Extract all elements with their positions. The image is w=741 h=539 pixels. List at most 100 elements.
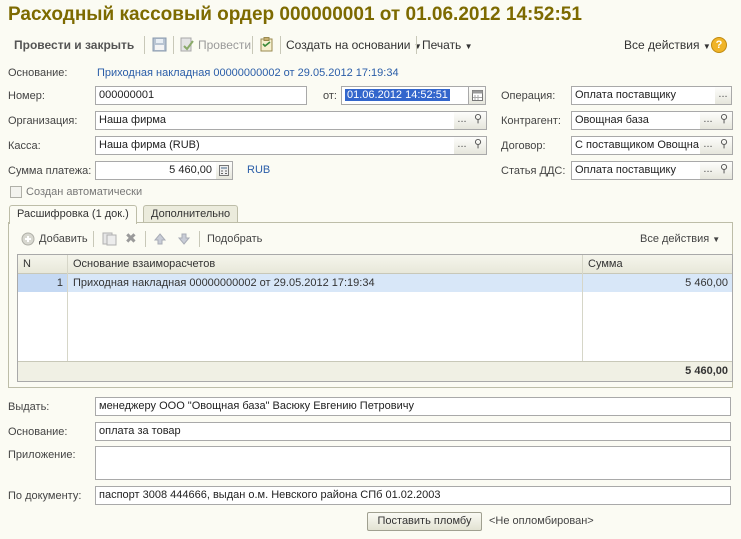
search-icon: ⚲ <box>719 138 729 150</box>
counterparty-label: Контрагент: <box>501 115 561 127</box>
table-header: N Основание взаиморасчетов Сумма <box>18 255 732 274</box>
create-based-on-label: Создать на основании <box>286 38 411 52</box>
seal-status: <Не опломбирован> <box>489 515 594 527</box>
delete-icon[interactable]: ✖ <box>125 230 137 247</box>
table-all-actions-label: Все действия <box>640 233 710 245</box>
operation-select-button[interactable]: ... <box>715 86 732 105</box>
ellipsis-icon: ... <box>703 113 713 125</box>
copy-icon[interactable] <box>102 232 117 246</box>
tab-breakdown[interactable]: Расшифровка (1 док.) <box>9 205 137 224</box>
toolbar-separator <box>173 36 174 54</box>
page-title: Расходный кассовый ордер 000000001 от 01… <box>8 4 582 25</box>
calendar-button[interactable] <box>469 86 486 105</box>
currency-link[interactable]: RUB <box>247 164 270 176</box>
arrow-down-icon[interactable] <box>177 232 191 246</box>
print-menu[interactable]: Печать ▼ <box>422 36 473 54</box>
calculator-button[interactable] <box>216 161 233 180</box>
contract-label: Договор: <box>501 140 546 152</box>
set-seal-button[interactable]: Поставить пломбу <box>367 512 482 531</box>
add-row-button[interactable]: Добавить <box>39 230 88 248</box>
amount-field[interactable]: 5 460,00 <box>95 161 217 180</box>
column-header-sum[interactable]: Сумма <box>583 255 732 274</box>
auto-created-checkbox[interactable] <box>10 186 22 198</box>
ellipsis-icon: ... <box>703 163 713 175</box>
counterparty-select-button[interactable]: ... <box>700 111 717 130</box>
chevron-down-icon: ▼ <box>464 42 473 51</box>
arrow-up-icon[interactable] <box>153 232 167 246</box>
toolbar-separator <box>199 231 200 247</box>
save-icon[interactable] <box>152 37 167 52</box>
ellipsis-icon: ... <box>457 138 467 150</box>
search-icon: ⚲ <box>473 138 483 150</box>
basis-label: Основание: <box>8 426 68 438</box>
cashflow-item-select-button[interactable]: ... <box>700 161 717 180</box>
post-icon <box>180 37 194 52</box>
all-actions-label: Все действия <box>624 38 700 52</box>
date-value: 01.06.2012 14:52:51 <box>345 89 450 101</box>
cashbox-open-button[interactable]: ⚲ <box>470 136 487 155</box>
table-total: 5 460,00 <box>685 365 728 377</box>
number-label: Номер: <box>8 90 45 102</box>
all-actions-menu[interactable]: Все действия ▼ <box>624 36 711 54</box>
toolbar-separator <box>145 231 146 247</box>
organization-label: Организация: <box>8 115 78 127</box>
ellipsis-icon: ... <box>457 113 467 125</box>
number-field[interactable]: 000000001 <box>95 86 307 105</box>
basis-top-label: Основание: <box>8 67 68 79</box>
row-number: 1 <box>18 274 68 292</box>
cashbox-select-button[interactable]: ... <box>454 136 471 155</box>
help-button[interactable]: ? <box>711 37 727 53</box>
table-footer: 5 460,00 <box>18 361 732 381</box>
amount-label: Сумма платежа: <box>8 165 92 177</box>
create-based-on-menu[interactable]: Создать на основании ▼ <box>286 36 422 54</box>
issue-to-field[interactable]: менеджеру ООО "Овощная база" Васюку Евге… <box>95 397 731 416</box>
toolbar-separator <box>416 36 417 54</box>
basis-field[interactable]: оплата за товар <box>95 422 731 441</box>
toolbar-separator <box>280 36 281 54</box>
attachment-field[interactable] <box>95 446 731 480</box>
organization-select-button[interactable]: ... <box>454 111 471 130</box>
ellipsis-icon: ... <box>703 138 713 150</box>
breakdown-table[interactable]: N Основание взаиморасчетов Сумма 1 Прихо… <box>17 254 733 382</box>
calculator-icon <box>219 165 229 176</box>
date-field[interactable]: 01.06.2012 14:52:51 <box>341 86 469 105</box>
by-document-field[interactable]: паспорт 3008 444666, выдан о.м. Невского… <box>95 486 731 505</box>
organization-open-button[interactable]: ⚲ <box>470 111 487 130</box>
contract-open-button[interactable]: ⚲ <box>716 136 733 155</box>
organization-field[interactable]: Наша фирма <box>95 111 455 130</box>
column-header-basis[interactable]: Основание взаиморасчетов <box>68 255 583 274</box>
pick-button[interactable]: Подобрать <box>207 230 262 248</box>
tab-additional[interactable]: Дополнительно <box>143 205 239 223</box>
cashbox-label: Касса: <box>8 140 41 152</box>
basis-link[interactable]: Приходная накладная 00000000002 от 29.05… <box>97 67 399 79</box>
cashflow-item-open-button[interactable]: ⚲ <box>716 161 733 180</box>
toolbar-separator <box>252 36 253 54</box>
contract-field[interactable]: С поставщиком Овощна <box>571 136 701 155</box>
cashflow-item-field[interactable]: Оплата поставщику <box>571 161 701 180</box>
calendar-icon <box>471 90 483 101</box>
ellipsis-icon: ... <box>718 88 728 100</box>
cashbox-field[interactable]: Наша фирма (RUB) <box>95 136 455 155</box>
counterparty-field[interactable]: Овощная база <box>571 111 701 130</box>
clipboard-icon[interactable] <box>259 37 274 52</box>
post-and-close-button[interactable]: Провести и закрыть <box>14 36 134 54</box>
cashflow-item-label: Статья ДДС: <box>501 165 566 177</box>
counterparty-open-button[interactable]: ⚲ <box>716 111 733 130</box>
operation-label: Операция: <box>501 90 556 102</box>
chevron-down-icon: ▼ <box>712 235 721 244</box>
print-label: Печать <box>422 38 462 52</box>
search-icon: ⚲ <box>719 113 729 125</box>
auto-created-label: Создан автоматически <box>26 186 143 198</box>
issue-to-label: Выдать: <box>8 401 50 413</box>
chevron-down-icon: ▼ <box>702 42 711 51</box>
search-icon: ⚲ <box>473 113 483 125</box>
table-row[interactable]: 1 Приходная накладная 00000000002 от 29.… <box>18 274 732 292</box>
operation-field[interactable]: Оплата поставщику <box>571 86 716 105</box>
table-all-actions-menu[interactable]: Все действия ▼ <box>640 230 720 248</box>
by-document-label: По документу: <box>8 490 82 502</box>
toolbar-separator <box>93 231 94 247</box>
row-basis: Приходная накладная 00000000002 от 29.05… <box>73 277 375 289</box>
contract-select-button[interactable]: ... <box>700 136 717 155</box>
column-header-n[interactable]: N <box>18 255 68 274</box>
post-button[interactable]: Провести <box>198 36 251 54</box>
